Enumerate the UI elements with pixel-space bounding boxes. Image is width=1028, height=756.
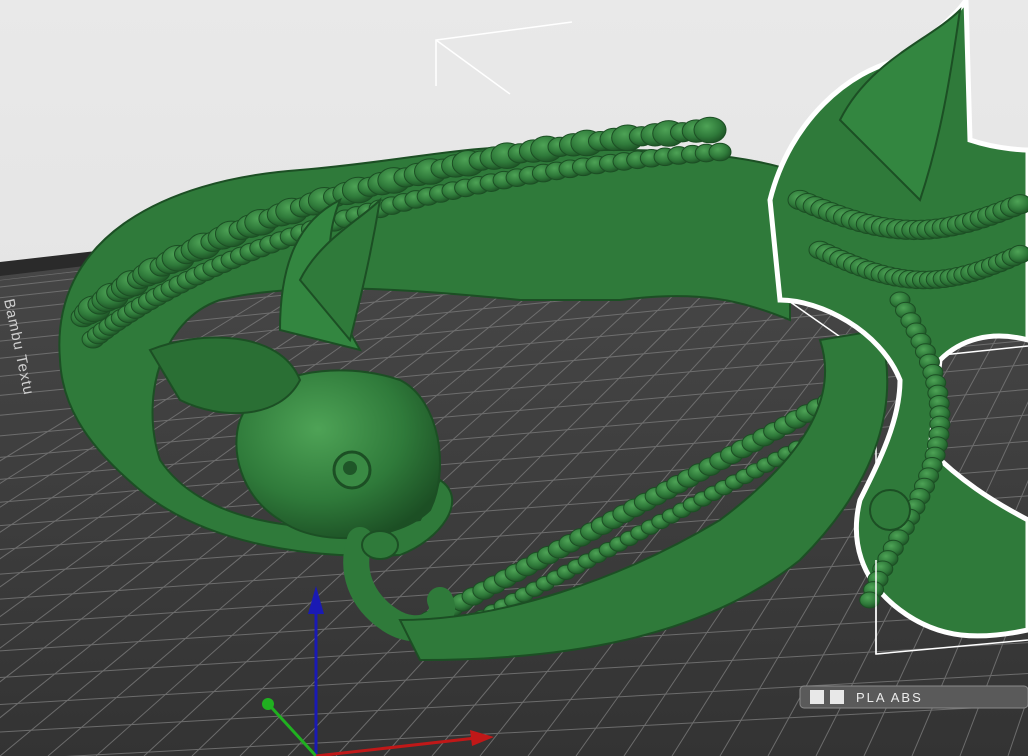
scene-svg: Bambu Textu PLA ABS [0, 0, 1028, 756]
plate-label-badge: PLA ABS [799, 685, 1028, 709]
bed-type-icon [810, 690, 824, 704]
scale [708, 142, 732, 162]
scale [1007, 194, 1028, 215]
bed-type-icon-2 [830, 690, 844, 704]
scale [693, 116, 727, 144]
3d-viewport[interactable]: Bambu Textu PLA ABS [0, 0, 1028, 756]
scale [1008, 244, 1028, 264]
plate-label-text: PLA ABS [856, 690, 923, 705]
